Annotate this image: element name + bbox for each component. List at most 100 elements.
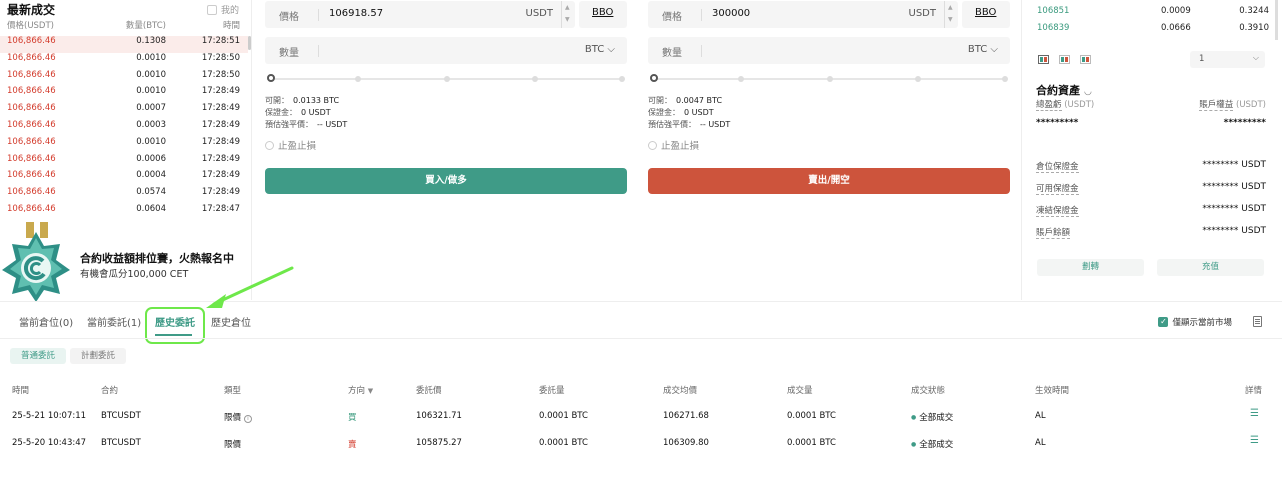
order-avg-price: 106309.80 — [663, 438, 709, 448]
details-list-icon[interactable]: ☰ — [1250, 435, 1259, 446]
trade-price: 106,866.46 — [7, 203, 56, 214]
document-icon[interactable] — [1253, 316, 1262, 327]
order-type: 限價 i — [224, 411, 253, 423]
info-icon[interactable]: i — [244, 415, 253, 423]
available-label: 可開： — [648, 96, 672, 105]
buy-long-button[interactable]: 買入/做多 — [265, 168, 627, 194]
stepper-up-icon[interactable]: ▲ — [565, 4, 570, 11]
layout-asks-icon[interactable] — [1080, 55, 1091, 64]
medal-icon — [2, 222, 70, 302]
trade-qty: 0.0010 — [136, 52, 166, 63]
orderbook-total: 0.3244 — [1239, 6, 1269, 16]
buy-price-stepper[interactable]: ▲ ▼ — [561, 1, 575, 28]
sell-bbo-button[interactable]: BBO — [962, 1, 1010, 28]
asset-row-value: ******** USDT — [1202, 160, 1266, 170]
trade-row: 106,866.46 0.0604 17:28:47 — [0, 204, 248, 221]
contract-assets-title: 合約資產 ◡ — [1036, 82, 1092, 98]
buy-price-input[interactable]: 106918.57 — [329, 8, 383, 19]
promo-subtitle: 有機會瓜分100,000 CET — [80, 269, 189, 280]
subtab-plan-orders[interactable]: 計劃委託 — [70, 348, 127, 364]
divider — [318, 45, 319, 57]
margin-label: 保證金： — [648, 108, 680, 117]
liq-value: -- USDT — [700, 120, 731, 129]
margin-value: 0 USDT — [684, 108, 714, 117]
tab-current-positions[interactable]: 當前倉位(0) — [19, 314, 73, 329]
col-side[interactable]: 方向 ▼ — [348, 384, 373, 396]
sell-price-field[interactable]: 價格 300000 USDT ▲ ▼ — [648, 1, 958, 28]
order-side: 賣 — [348, 440, 357, 450]
depth-precision-select[interactable]: 1 ⌵ — [1190, 51, 1265, 68]
trades-scrollbar[interactable] — [248, 36, 251, 50]
trade-price: 106,866.46 — [7, 103, 56, 114]
order-qty: 0.0001 BTC — [539, 411, 588, 421]
buy-bbo-button[interactable]: BBO — [579, 1, 627, 28]
checkbox-checked-icon[interactable]: ✓ — [1158, 317, 1169, 327]
order-avg-price: 106271.68 — [663, 411, 709, 421]
tpsl-radio[interactable] — [648, 140, 657, 150]
orderbook-amount: 0.0009 — [1161, 6, 1191, 16]
tpsl-radio[interactable] — [265, 140, 274, 150]
sell-liq-price: 預估強平價： -- USDT — [648, 119, 730, 130]
slider-handle[interactable] — [267, 74, 275, 82]
sell-price-stepper[interactable]: ▲ ▼ — [944, 1, 958, 28]
trade-row: 106,866.46 0.0574 17:28:49 — [0, 187, 248, 204]
slider-mark[interactable] — [444, 76, 450, 82]
trade-price: 106,866.46 — [7, 69, 56, 80]
trade-price: 106,866.46 — [7, 136, 56, 147]
sell-tpsl-option[interactable]: 止盈止損 — [648, 138, 699, 152]
trade-qty: 0.0006 — [136, 153, 166, 164]
layout-both-icon[interactable] — [1038, 55, 1049, 64]
trade-row: 106,866.46 0.1308 17:28:51 — [0, 36, 248, 53]
asset-row-value: ******** USDT — [1202, 182, 1266, 192]
buy-price-field[interactable]: 價格 106918.57 USDT ▲ ▼ — [265, 1, 575, 28]
current-market-only-toggle[interactable]: ✓ 僅顯示當前市場 — [1158, 316, 1232, 328]
trade-qty: 0.0604 — [136, 203, 166, 214]
sell-qty-unit-select[interactable]: BTC ⌵ — [968, 44, 998, 55]
stepper-down-icon[interactable]: ▼ — [565, 16, 570, 23]
sell-available: 可開： 0.0047 BTC — [648, 95, 722, 106]
slider-mark[interactable] — [355, 76, 361, 82]
transfer-button[interactable]: 劃轉 — [1037, 259, 1144, 276]
trade-time: 17:28:49 — [201, 103, 240, 114]
slider-mark[interactable] — [532, 76, 538, 82]
deposit-button[interactable]: 充值 — [1157, 259, 1264, 276]
asset-row-label: 賬戶餘額 — [1036, 228, 1071, 239]
tab-position-history[interactable]: 歷史倉位 — [211, 314, 251, 329]
trade-time: 17:28:49 — [201, 119, 240, 130]
equity-unit: (USDT) — [1236, 100, 1266, 110]
tab-current-orders[interactable]: 當前委託(1) — [87, 314, 141, 329]
mine-filter[interactable]: 我的 — [206, 3, 239, 16]
slider-mark[interactable] — [1002, 76, 1008, 82]
sell-price-input[interactable]: 300000 — [712, 8, 750, 19]
trade-qty: 0.0003 — [136, 119, 166, 130]
order-price: 105875.27 — [416, 438, 462, 448]
total-pnl-unit: (USDT) — [1064, 100, 1095, 110]
buy-qty-slider[interactable] — [267, 74, 625, 82]
slider-mark[interactable] — [619, 76, 625, 82]
slider-mark[interactable] — [915, 76, 921, 82]
order-effective: AL — [1035, 438, 1046, 448]
stepper-down-icon[interactable]: ▼ — [948, 16, 953, 23]
orderbook-scrollbar[interactable] — [1275, 0, 1278, 40]
sell-qty-field[interactable]: 數量 BTC ⌵ — [648, 37, 1010, 64]
slider-mark[interactable] — [738, 76, 744, 82]
slider-mark[interactable] — [827, 76, 833, 82]
subtab-normal-orders[interactable]: 普通委託 — [10, 348, 67, 364]
sell-qty-label: 數量 — [662, 48, 682, 59]
details-list-icon[interactable]: ☰ — [1250, 408, 1259, 419]
buy-qty-field[interactable]: 數量 BTC ⌵ — [265, 37, 627, 64]
sell-short-button[interactable]: 賣出/開空 — [648, 168, 1010, 194]
trade-row: 106,866.46 0.0010 17:28:49 — [0, 86, 248, 103]
sell-qty-slider[interactable] — [650, 74, 1008, 82]
buy-tpsl-option[interactable]: 止盈止損 — [265, 138, 316, 152]
mine-checkbox[interactable] — [206, 4, 217, 15]
liq-value: -- USDT — [317, 120, 348, 129]
current-market-only-label: 僅顯示當前市場 — [1172, 318, 1232, 328]
asset-row-value: ******** USDT — [1202, 204, 1266, 214]
slider-handle[interactable] — [650, 74, 658, 82]
eye-closed-icon[interactable]: ◡ — [1084, 87, 1092, 97]
stepper-up-icon[interactable]: ▲ — [948, 4, 953, 11]
sell-margin: 保證金： 0 USDT — [648, 107, 714, 118]
buy-qty-unit-select[interactable]: BTC ⌵ — [585, 44, 615, 55]
layout-bids-icon[interactable] — [1059, 55, 1070, 64]
